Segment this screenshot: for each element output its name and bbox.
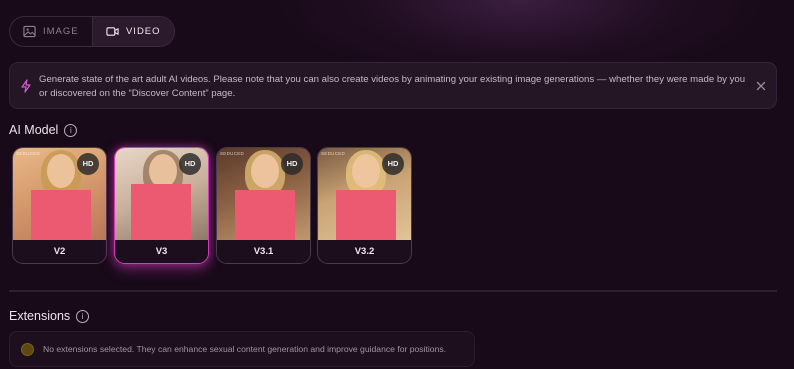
tab-image[interactable]: IMAGE [10,17,92,46]
banner-text: Generate state of the art adult AI video… [39,74,746,99]
video-icon [106,27,119,36]
lightning-icon [21,79,31,93]
image-icon [23,25,36,38]
hd-badge: HD [179,153,201,175]
watermark: SEDUCED [220,151,245,156]
hd-badge: HD [281,153,303,175]
model-preview-image: SEDUCED HD [318,148,411,242]
censor-block [336,190,396,242]
watermark: SEDUCED [321,151,346,156]
extensions-title: Extensions [9,309,71,323]
tab-video[interactable]: VIDEO [91,17,174,46]
media-type-tabs: IMAGE VIDEO [9,16,175,47]
model-preview-image: SEDUCED HD [13,148,106,242]
model-label: V2 [13,240,106,263]
status-dot-icon [21,343,34,356]
model-card-v2[interactable]: SEDUCED HD V2 [12,147,107,264]
tab-video-label: VIDEO [125,26,161,37]
model-preview-image: SEDUCED HD [217,148,310,242]
hd-badge: HD [382,153,404,175]
model-card-v3[interactable]: HD V3 [114,147,209,264]
ai-model-heading: AI Model i [9,123,78,137]
censor-block [131,184,191,241]
model-label: V3 [115,240,208,263]
watermark: SEDUCED [16,151,41,156]
ai-model-title: AI Model [9,123,59,137]
model-label: V3.2 [318,240,411,263]
info-icon[interactable]: i [76,309,90,323]
model-preview-image: HD [115,148,208,242]
hd-badge: HD [77,153,99,175]
close-icon[interactable] [755,80,767,92]
info-banner: Generate state of the art adult AI video… [9,62,777,109]
model-label: V3.1 [217,240,310,263]
model-card-v3-2[interactable]: SEDUCED HD V3.2 [317,147,412,264]
extensions-empty-text: No extensions selected. They can enhance… [43,344,447,354]
section-divider [9,290,777,292]
censor-block [235,190,295,242]
info-icon[interactable]: i [64,123,78,137]
extensions-heading: Extensions i [9,309,90,323]
tab-image-label: IMAGE [42,26,79,37]
extensions-empty-state[interactable]: No extensions selected. They can enhance… [9,331,475,367]
model-card-v3-1[interactable]: SEDUCED HD V3.1 [216,147,311,264]
censor-block [31,190,91,242]
